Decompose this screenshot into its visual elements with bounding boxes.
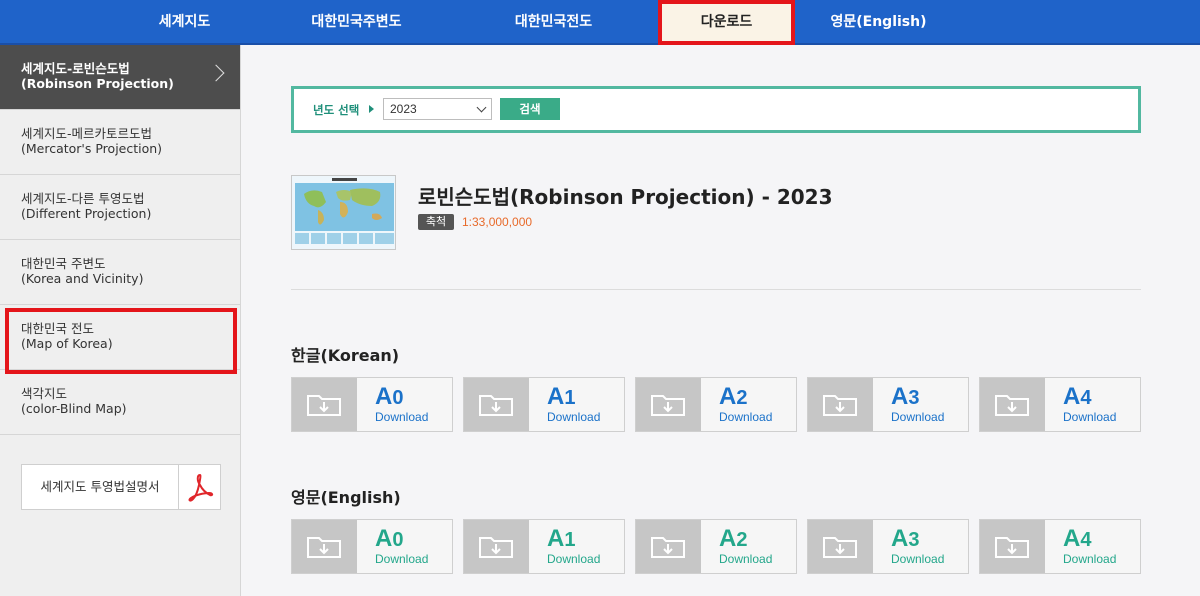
- paper-size: A1: [547, 525, 576, 552]
- download-korean-a2[interactable]: A2 Download: [635, 377, 797, 432]
- sidebar-item-korea-vicinity[interactable]: 대한민국 주변도 (Korea and Vicinity): [0, 240, 240, 305]
- sidebar: 세계지도-로빈슨도법 (Robinson Projection) 세계지도-메르…: [0, 45, 241, 596]
- sidebar-item-sublabel: (Map of Korea): [21, 336, 113, 351]
- divider: [291, 289, 1141, 290]
- year-select-label: 년도 선택: [313, 103, 360, 117]
- sidebar-item-label: 색각지도: [21, 386, 68, 401]
- download-english-a3[interactable]: A3 Download: [807, 519, 969, 574]
- download-label: Download: [547, 552, 601, 566]
- scale-badge: 축척: [418, 214, 454, 230]
- paper-size: A1: [547, 383, 576, 410]
- top-nav: 세계지도 대한민국주변도 대한민국전도 다운로드 영문(English): [0, 0, 1200, 45]
- download-label: Download: [891, 552, 945, 566]
- sidebar-item-mercator[interactable]: 세계지도-메르카토르도법 (Mercator's Projection): [0, 110, 240, 175]
- search-button[interactable]: 검색: [500, 98, 560, 120]
- download-korean-a0[interactable]: A0 Download: [291, 377, 453, 432]
- sidebar-item-sublabel: (Korea and Vicinity): [21, 271, 144, 286]
- paper-size: A0: [375, 525, 404, 552]
- pdf-icon: [178, 465, 220, 509]
- download-label: Download: [1063, 552, 1117, 566]
- folder-download-icon: [292, 378, 357, 431]
- sidebar-item-robinson[interactable]: 세계지도-로빈슨도법 (Robinson Projection): [0, 45, 240, 110]
- download-korean-a4[interactable]: A4 Download: [979, 377, 1141, 432]
- map-thumbnail[interactable]: [291, 175, 396, 250]
- sidebar-item-label: 세계지도-다른 투영도법: [21, 191, 145, 206]
- pdf-button-label: 세계지도 투영법설명서: [40, 479, 160, 494]
- download-label: Download: [547, 410, 601, 424]
- map-title: 로빈슨도법(Robinson Projection) - 2023: [418, 185, 833, 209]
- download-korean-a3[interactable]: A3 Download: [807, 377, 969, 432]
- tab-map-of-korea[interactable]: 대한민국전도: [481, 0, 626, 45]
- folder-download-icon: [980, 378, 1045, 431]
- scale-value: 1:33,000,000: [462, 215, 533, 229]
- sidebar-item-map-of-korea[interactable]: 대한민국 전도 (Map of Korea): [0, 305, 240, 374]
- year-select[interactable]: 2023: [383, 98, 492, 120]
- folder-download-icon: [636, 378, 701, 431]
- download-english-a0[interactable]: A0 Download: [291, 519, 453, 574]
- sidebar-item-sublabel: (Different Projection): [21, 206, 152, 221]
- paper-size: A4: [1063, 383, 1092, 410]
- sidebar-item-different-projection[interactable]: 세계지도-다른 투영도법 (Different Projection): [0, 175, 240, 240]
- paper-size: A2: [719, 525, 748, 552]
- folder-download-icon: [292, 520, 357, 573]
- paper-size: A2: [719, 383, 748, 410]
- chevron-down-icon: [476, 102, 487, 113]
- folder-download-icon: [636, 520, 701, 573]
- paper-size: A3: [891, 525, 920, 552]
- year-select-value: 2023: [390, 102, 417, 116]
- sidebar-item-sublabel: (Robinson Projection): [21, 76, 174, 91]
- download-korean-a1[interactable]: A1 Download: [463, 377, 625, 432]
- sidebar-item-label: 대한민국 전도: [21, 321, 94, 336]
- paper-size: A4: [1063, 525, 1092, 552]
- sidebar-item-label: 세계지도-로빈슨도법: [21, 61, 130, 76]
- tab-english[interactable]: 영문(English): [806, 0, 951, 45]
- sidebar-item-sublabel: (Mercator's Projection): [21, 141, 163, 156]
- sidebar-item-sublabel: (color-Blind Map): [21, 401, 127, 416]
- folder-download-icon: [808, 520, 873, 573]
- tab-download[interactable]: 다운로드: [658, 0, 795, 45]
- folder-download-icon: [808, 378, 873, 431]
- korean-section-heading: 한글(Korean): [291, 346, 400, 365]
- projection-guide-pdf-button[interactable]: 세계지도 투영법설명서: [21, 464, 221, 510]
- year-search-box: 년도 선택 2023 검색: [291, 86, 1141, 133]
- folder-download-icon: [464, 520, 529, 573]
- tab-korea-vicinity[interactable]: 대한민국주변도: [284, 0, 429, 45]
- paper-size: A3: [891, 383, 920, 410]
- download-label: Download: [719, 552, 773, 566]
- triangle-right-icon: [369, 105, 374, 113]
- folder-download-icon: [980, 520, 1045, 573]
- folder-download-icon: [464, 378, 529, 431]
- download-label: Download: [375, 552, 429, 566]
- download-label: Download: [1063, 410, 1117, 424]
- sidebar-item-label: 대한민국 주변도: [21, 256, 106, 271]
- sidebar-item-color-blind[interactable]: 색각지도 (color-Blind Map): [0, 370, 240, 435]
- download-label: Download: [719, 410, 773, 424]
- paper-size: A0: [375, 383, 404, 410]
- download-english-a2[interactable]: A2 Download: [635, 519, 797, 574]
- download-english-a1[interactable]: A1 Download: [463, 519, 625, 574]
- download-english-a4[interactable]: A4 Download: [979, 519, 1141, 574]
- sidebar-item-label: 세계지도-메르카토르도법: [21, 126, 153, 141]
- download-label: Download: [891, 410, 945, 424]
- download-label: Download: [375, 410, 429, 424]
- tab-world-map[interactable]: 세계지도: [112, 0, 257, 45]
- english-section-heading: 영문(English): [291, 488, 401, 507]
